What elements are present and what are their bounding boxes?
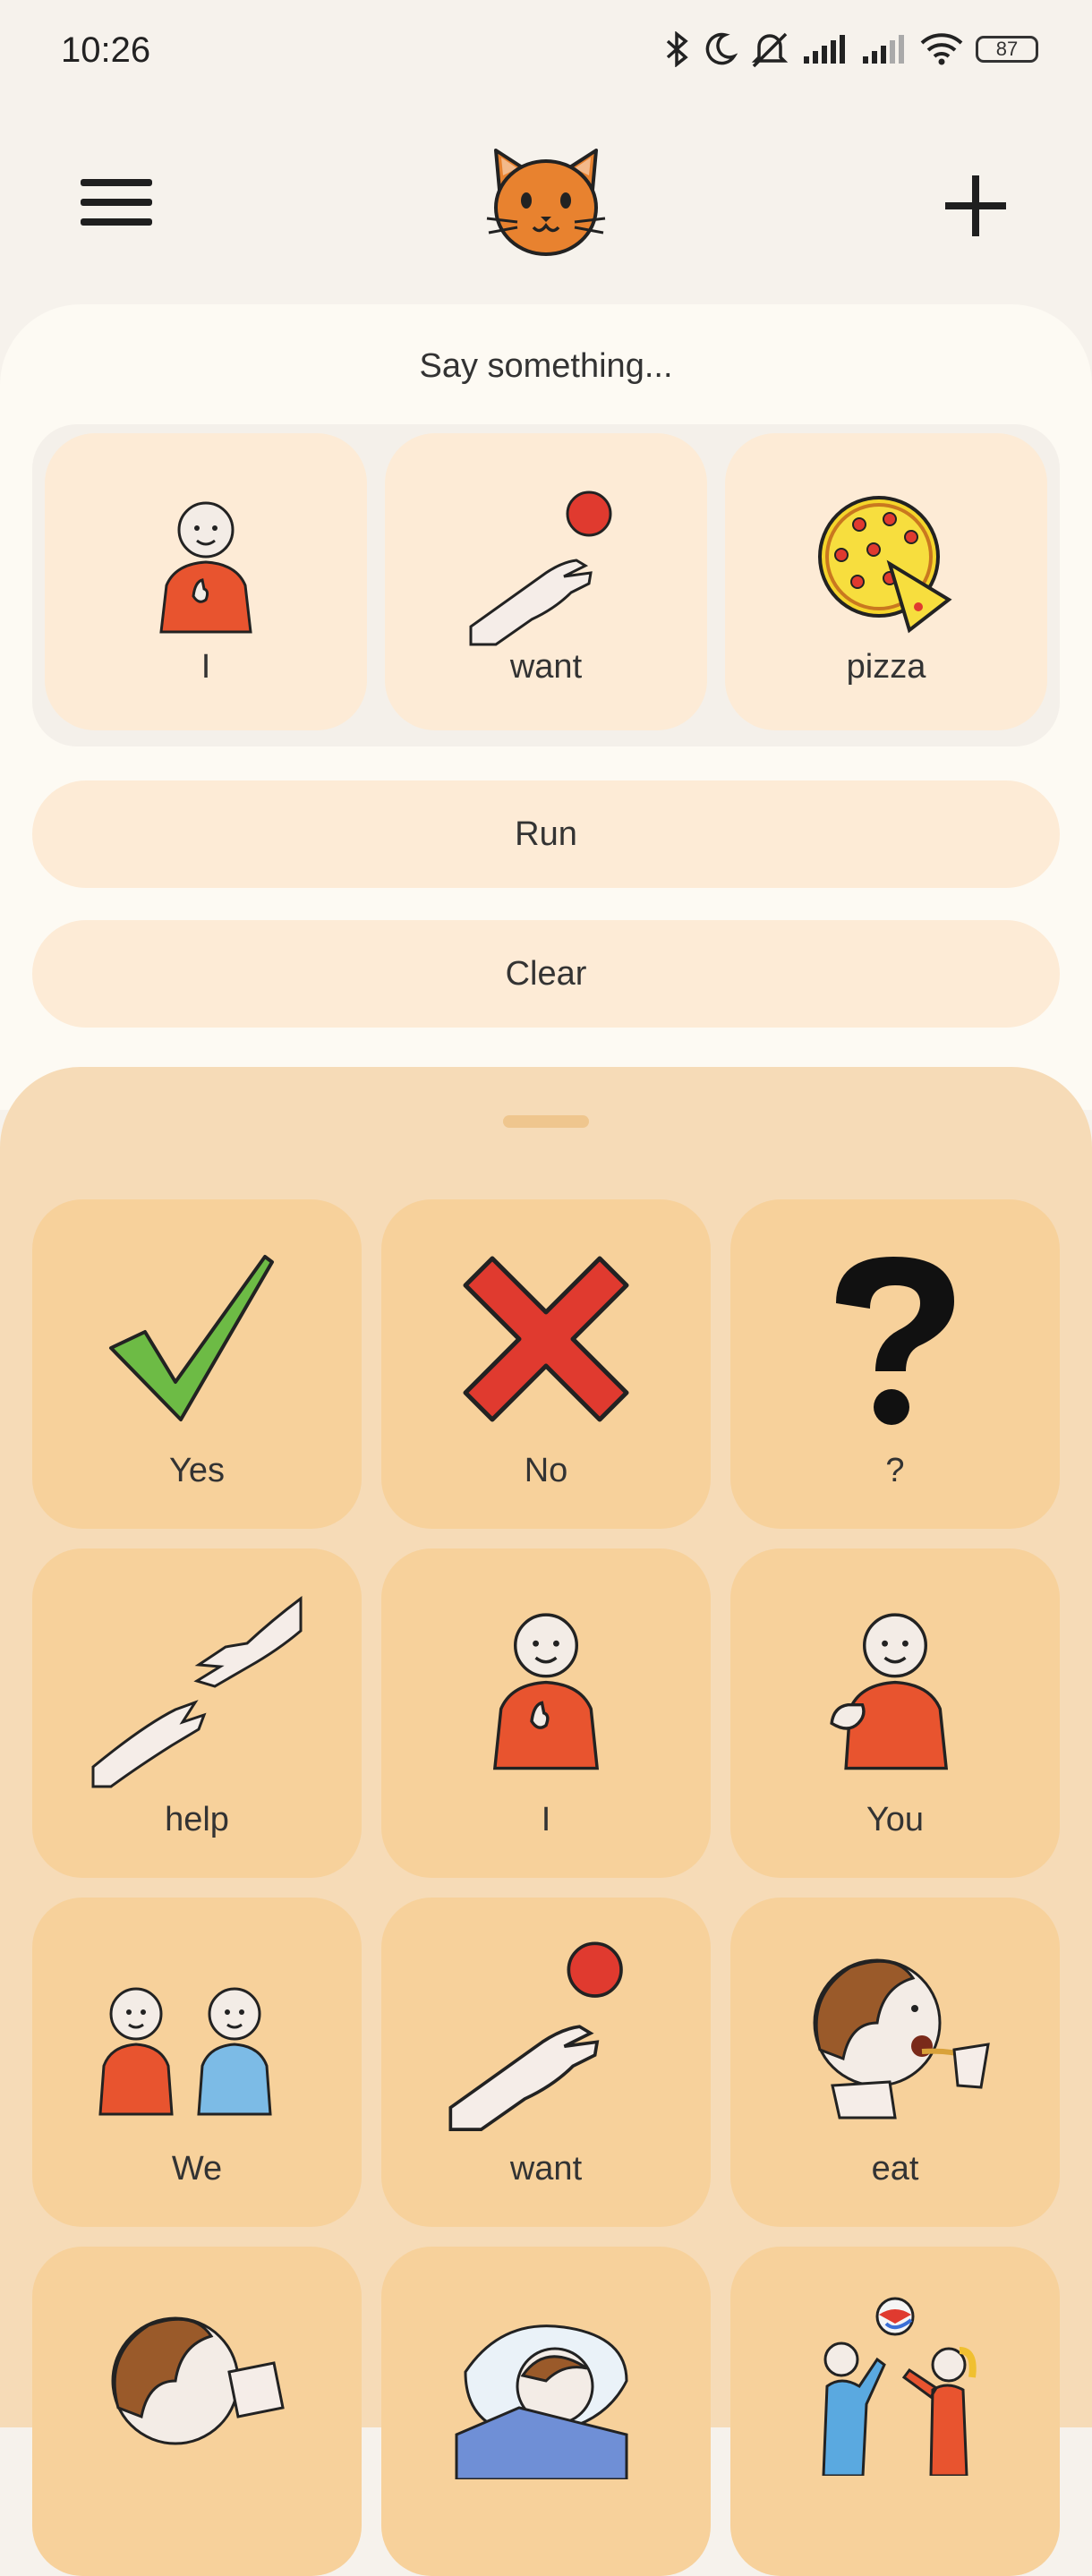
word-label: want xyxy=(509,648,583,686)
drink-icon xyxy=(111,2316,285,2445)
menu-button[interactable] xyxy=(81,170,156,245)
tile-label: help xyxy=(165,1801,229,1838)
tile-label: You xyxy=(866,1801,925,1838)
check-icon xyxy=(109,1255,274,1421)
sentence-word-card[interactable]: want xyxy=(385,433,707,730)
question-icon xyxy=(836,1257,954,1425)
tile-label: want xyxy=(509,2150,583,2188)
hand-reach-icon xyxy=(448,1941,623,2131)
symbol-tile-question[interactable]: ? xyxy=(730,1199,1060,1529)
hand-reach-icon xyxy=(469,490,612,646)
symbol-tile-no[interactable]: No xyxy=(381,1199,711,1529)
battery-icon: 87 xyxy=(976,36,1038,63)
bell-off-icon xyxy=(751,32,789,68)
tile-label: I xyxy=(541,1801,551,1838)
symbol-tile-we[interactable]: We xyxy=(32,1898,362,2227)
sleep-icon xyxy=(455,2324,628,2479)
symbol-tile-want[interactable]: want xyxy=(381,1898,711,2227)
symbol-tile-drink[interactable] xyxy=(32,2247,362,2576)
pizza-icon xyxy=(818,496,952,634)
drag-handle[interactable] xyxy=(503,1115,589,1128)
sentence-prompt: Say something... xyxy=(419,347,673,385)
signal-icon xyxy=(863,35,904,64)
symbol-tile-i[interactable]: I xyxy=(381,1548,711,1878)
word-label: pizza xyxy=(846,648,926,686)
symbol-board: Yes No ? help I You We want eat xyxy=(0,1067,1092,2576)
tile-label: No xyxy=(524,1452,568,1489)
symbol-tile-sleep[interactable] xyxy=(381,2247,711,2576)
symbol-tile-play[interactable] xyxy=(730,2247,1060,2576)
sentence-word-card[interactable]: I xyxy=(45,433,367,730)
cross-icon xyxy=(463,1256,629,1422)
symbol-tile-eat[interactable]: eat xyxy=(730,1898,1060,2227)
signal-icon xyxy=(804,35,845,64)
menu-icon xyxy=(81,179,152,186)
eat-icon xyxy=(813,1958,990,2120)
sentence-word-card[interactable]: pizza xyxy=(725,433,1047,730)
sentence-strip: I want pizza xyxy=(32,424,1060,746)
word-label: I xyxy=(200,648,211,686)
clock: 10:26 xyxy=(61,30,151,70)
play-icon xyxy=(822,2297,977,2476)
tile-label: Yes xyxy=(169,1452,225,1489)
plus-icon[interactable] xyxy=(940,170,1011,242)
clear-button[interactable]: Clear xyxy=(32,920,1060,1028)
person-point-icon xyxy=(830,1613,949,1770)
status-icons: 87 xyxy=(664,30,1038,68)
person-self-icon xyxy=(492,1613,600,1770)
cat-face-icon xyxy=(486,149,606,256)
help-hands-icon xyxy=(91,1595,303,1788)
tile-label: eat xyxy=(871,2150,919,2188)
run-button[interactable]: Run xyxy=(32,780,1060,888)
bluetooth-icon xyxy=(666,31,688,67)
person-self-icon xyxy=(159,501,252,634)
wifi-icon xyxy=(920,33,963,65)
tile-label: We xyxy=(171,2150,223,2188)
status-bar: 10:26 87 xyxy=(0,0,1092,107)
tile-label: ? xyxy=(885,1452,905,1489)
symbol-tile-yes[interactable]: Yes xyxy=(32,1199,362,1529)
sentence-panel: Say something... I want pizza Run Clear xyxy=(0,304,1092,1110)
app-bar xyxy=(0,107,1092,304)
two-people-icon xyxy=(98,1987,272,2116)
symbol-tile-help[interactable]: help xyxy=(32,1548,362,1878)
symbol-tile-you[interactable]: You xyxy=(730,1548,1060,1878)
moon-icon xyxy=(705,32,738,65)
